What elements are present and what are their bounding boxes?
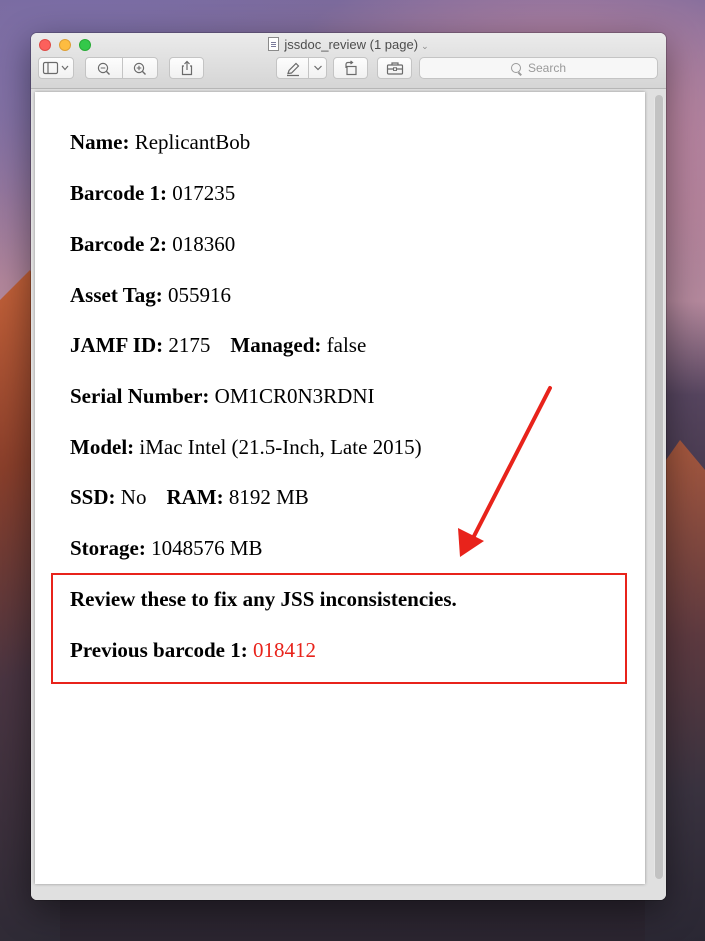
vertical-scrollbar[interactable] xyxy=(654,95,664,879)
managed-label: Managed: xyxy=(230,333,322,357)
serial-label: Serial Number: xyxy=(70,384,210,408)
title-bar: jssdoc_review (1 page) ⌄ Search xyxy=(31,33,666,89)
chevron-down-icon: ⌄ xyxy=(421,41,429,51)
toolbox-button[interactable] xyxy=(377,57,412,79)
barcode2-row: Barcode 2: 018360 xyxy=(70,232,235,257)
name-row: Name: ReplicantBob xyxy=(70,130,250,155)
zoom-out-icon[interactable] xyxy=(96,61,112,77)
serial-row: Serial Number: OM1CR0N3RDNI xyxy=(70,384,375,409)
barcode1-label: Barcode 1: xyxy=(70,181,168,205)
ssd-ram-row: SSD: No RAM: 8192 MB xyxy=(70,485,309,510)
previous-barcode-value: 018412 xyxy=(252,638,316,662)
barcode1-row: Barcode 1: 017235 xyxy=(70,181,235,206)
asset-tag-label: Asset Tag: xyxy=(70,283,163,307)
previous-barcode-label: Previous barcode 1: xyxy=(70,638,248,662)
previous-barcode-row: Previous barcode 1: 018412 xyxy=(70,638,316,663)
jamf-id-value: 2175 xyxy=(168,333,211,357)
review-heading-text: Review these to fix any JSS inconsistenc… xyxy=(70,587,457,611)
chevron-down-icon[interactable] xyxy=(313,64,323,72)
window-title-text: jssdoc_review (1 page) xyxy=(284,37,419,52)
name-value: ReplicantBob xyxy=(134,130,251,154)
ssd-label: SSD: xyxy=(70,485,116,509)
storage-row: Storage: 1048576 MB xyxy=(70,536,263,561)
model-label: Model: xyxy=(70,435,135,459)
document-page: Name: ReplicantBob Barcode 1: 017235 Bar… xyxy=(35,92,645,884)
ram-value: 8192 MB xyxy=(228,485,309,509)
preview-window: jssdoc_review (1 page) ⌄ Search Name: Re… xyxy=(31,33,666,900)
share-button[interactable] xyxy=(169,57,204,79)
barcode2-label: Barcode 2: xyxy=(70,232,168,256)
serial-value: OM1CR0N3RDNI xyxy=(214,384,375,408)
document-viewer[interactable]: Name: ReplicantBob Barcode 1: 017235 Bar… xyxy=(31,89,666,900)
rotate-icon xyxy=(344,60,357,76)
barcode2-value: 018360 xyxy=(172,232,236,256)
toolbox-icon xyxy=(386,62,403,75)
asset-tag-value: 055916 xyxy=(168,283,232,307)
storage-label: Storage: xyxy=(70,536,146,560)
rotate-button[interactable] xyxy=(333,57,368,79)
jamf-row: JAMF ID: 2175 Managed: false xyxy=(70,333,366,358)
sidebar-toggle-button[interactable] xyxy=(38,57,74,79)
share-icon xyxy=(181,60,192,76)
ram-label: RAM: xyxy=(166,485,224,509)
barcode1-value: 017235 xyxy=(172,181,236,205)
sidebar-icon xyxy=(42,61,69,75)
storage-value: 1048576 MB xyxy=(151,536,263,560)
document-icon xyxy=(268,37,280,51)
managed-value: false xyxy=(326,333,367,357)
model-row: Model: iMac Intel (21.5-Inch, Late 2015) xyxy=(70,435,422,460)
name-label: Name: xyxy=(70,130,130,154)
search-placeholder: Search xyxy=(527,61,567,75)
pen-icon xyxy=(287,62,300,77)
zoom-in-icon[interactable] xyxy=(132,61,148,77)
ssd-value: No xyxy=(120,485,147,509)
markup-button[interactable] xyxy=(276,57,327,79)
window-title[interactable]: jssdoc_review (1 page) ⌄ xyxy=(31,37,666,52)
jamf-id-label: JAMF ID: xyxy=(70,333,164,357)
asset-tag-row: Asset Tag: 055916 xyxy=(70,283,231,308)
markup-divider xyxy=(308,58,309,78)
zoom-divider xyxy=(122,58,123,78)
search-icon xyxy=(510,63,521,73)
zoom-control xyxy=(85,57,158,79)
scrollbar-thumb[interactable] xyxy=(655,95,663,879)
search-field[interactable]: Search xyxy=(419,57,658,79)
review-heading: Review these to fix any JSS inconsistenc… xyxy=(70,587,457,612)
model-value: iMac Intel (21.5-Inch, Late 2015) xyxy=(139,435,422,459)
